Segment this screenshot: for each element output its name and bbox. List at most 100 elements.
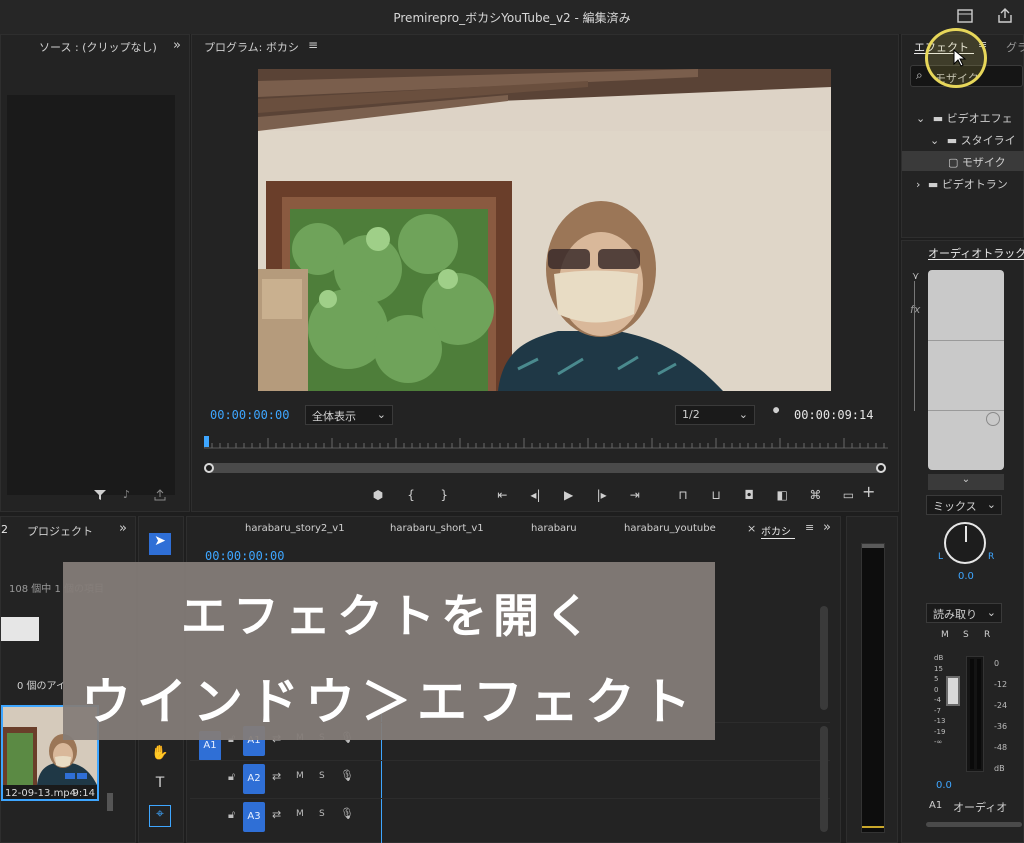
chevron-down-icon[interactable]: ⌄ (930, 134, 943, 147)
timeline-timecode[interactable]: 00:00:00:00 (205, 549, 284, 563)
mark-out-icon[interactable]: } (430, 488, 458, 502)
vr-icon[interactable]: ⌘ (801, 488, 829, 502)
effects-tree-item[interactable]: ⌄ ▬ スタイライ (902, 129, 1024, 149)
program-video-frame[interactable] (258, 69, 831, 391)
lock-icon[interactable]: 🔓︎ (228, 808, 235, 822)
mix-dropdown[interactable]: ミックス ⌄ (926, 495, 1002, 515)
video-track-scrollbar[interactable] (820, 606, 828, 710)
audio-track-row[interactable] (190, 798, 830, 836)
timeline-more-icon[interactable]: » (823, 520, 831, 535)
meter-peak (862, 544, 884, 548)
mute-label[interactable]: M (941, 630, 949, 640)
audio-track-label[interactable]: A3 (243, 802, 265, 832)
extra-tool-icon[interactable]: ⌖ (149, 805, 171, 827)
audio-insert-icon[interactable]: ♪ (123, 488, 130, 501)
solo-track-button[interactable]: S (319, 809, 325, 819)
timeline-tab[interactable]: harabaru_story2_v1 (245, 523, 345, 534)
bin-folder-thumb[interactable] (1, 617, 39, 641)
db-tick-label: 0 (934, 685, 939, 694)
step-back-icon[interactable]: ◂| (521, 488, 549, 502)
program-zoom-bar[interactable] (204, 463, 886, 473)
hand-tool-icon[interactable]: ✋ (149, 745, 171, 767)
zoom-handle-left[interactable] (204, 463, 214, 473)
close-tab-icon[interactable]: × (747, 522, 756, 535)
timeline-menu-icon[interactable]: ≡ (805, 521, 814, 534)
export-frame-icon[interactable] (153, 487, 167, 506)
chevron-down-icon: ⌄ (376, 408, 386, 421)
effects-tree-item[interactable]: › ▬ ビデオトラン (902, 173, 1024, 193)
program-ruler[interactable] (204, 436, 888, 450)
audio-track-label[interactable]: A2 (243, 764, 265, 794)
effects-tree-item[interactable]: ▢ モザイク (902, 151, 1024, 171)
record-label[interactable]: R (984, 630, 990, 640)
sync-lock-icon[interactable]: ⇄ (272, 808, 281, 821)
program-current-timecode[interactable]: 00:00:00:00 (210, 408, 289, 422)
effect-slot-strip[interactable] (928, 270, 1004, 470)
mixer-side-rail (914, 281, 915, 411)
project-more-icon[interactable]: » (119, 521, 127, 536)
fit-dropdown[interactable]: 全体表示 ⌄ (305, 405, 393, 425)
db-tick-label: 0 (994, 659, 1000, 668)
marker-icon[interactable]: ⬢ (364, 488, 392, 502)
filter-icon[interactable] (93, 489, 107, 504)
project-tab-left[interactable]: 2 (1, 523, 8, 536)
microphone-icon[interactable]: 🎙︎ (340, 807, 354, 820)
send-knob-icon[interactable] (986, 412, 1000, 426)
transport-controls: ⬢ { } ⇤ ◂| ▶ |▸ ⇥ ⊓ ⊔ ◘ ◧ ⌘ ▭ (364, 484, 862, 503)
timeline-tab[interactable]: harabaru (531, 523, 577, 534)
resolution-dropdown[interactable]: 1/2 ⌄ (675, 405, 755, 425)
selection-tool-icon[interactable]: ➤ (149, 533, 171, 555)
pan-knob[interactable] (944, 522, 986, 564)
tab-graphics[interactable]: グラ (1006, 39, 1024, 55)
chevron-right-icon[interactable]: › (916, 178, 924, 191)
chevron-down-icon[interactable]: ⌄ (916, 112, 929, 125)
fx-label[interactable]: fx (910, 303, 920, 316)
workspace-icon[interactable] (956, 7, 974, 25)
pan-value[interactable]: 0.0 (958, 571, 974, 582)
mixer-scrollbar[interactable] (926, 822, 1022, 827)
play-icon[interactable]: ▶ (555, 488, 583, 502)
db-tick-label: 5 (934, 675, 939, 683)
effects-tree-item[interactable]: ⌄ ▬ ビデオエフェ (902, 107, 1024, 127)
tab-project[interactable]: プロジェクト (27, 523, 93, 539)
mute-track-button[interactable]: M (296, 771, 304, 781)
compare-icon[interactable]: ◧ (768, 488, 796, 502)
lock-icon[interactable]: 🔓︎ (228, 770, 235, 784)
wrench-icon[interactable] (768, 406, 784, 426)
zoom-handle-right[interactable] (876, 463, 886, 473)
add-button-icon[interactable]: + (862, 482, 875, 501)
source-more-icon[interactable]: » (173, 38, 181, 53)
safe-margins-icon[interactable]: ▭ (834, 488, 862, 502)
timeline-tab[interactable]: ボカシ (761, 523, 791, 538)
solo-label[interactable]: S (963, 630, 969, 640)
meter-floor (862, 826, 884, 828)
go-to-out-icon[interactable]: ⇥ (621, 488, 649, 502)
timeline-tab[interactable]: harabaru_short_v1 (390, 523, 484, 534)
solo-track-button[interactable]: S (319, 771, 325, 781)
share-icon[interactable] (996, 7, 1014, 25)
clip-duration: 9:14 (72, 788, 95, 799)
mute-track-button[interactable]: M (296, 809, 304, 819)
step-forward-icon[interactable]: |▸ (588, 488, 616, 502)
camera-icon[interactable]: ◘ (735, 488, 763, 502)
type-tool-icon[interactable]: T (149, 775, 171, 797)
audio-track-scrollbar[interactable] (820, 726, 828, 832)
mark-in-icon[interactable]: { (397, 488, 425, 502)
automation-mode-dropdown[interactable]: 読み取り ⌄ (926, 603, 1002, 623)
project-scrollbar[interactable] (107, 793, 113, 811)
program-panel-title[interactable]: プログラム: ボカシ (204, 39, 299, 55)
sync-lock-icon[interactable]: ⇄ (272, 770, 281, 783)
go-to-in-icon[interactable]: ⇤ (488, 488, 516, 502)
timeline-tab[interactable]: harabaru_youtube (624, 523, 716, 534)
meter-channel-right (977, 659, 981, 769)
extract-icon[interactable]: ⊔ (702, 488, 730, 502)
program-menu-icon[interactable]: ≡ (308, 38, 318, 52)
source-panel-title[interactable]: ソース : (クリップなし) (39, 39, 157, 55)
effect-slot-chevron-icon[interactable]: ⌄ (928, 474, 1004, 490)
lift-icon[interactable]: ⊓ (669, 488, 697, 502)
audio-track-row[interactable] (190, 760, 830, 798)
volume-fader[interactable] (946, 676, 960, 706)
fader-value[interactable]: 0.0 (936, 780, 952, 791)
slot-divider (928, 410, 1004, 411)
microphone-icon[interactable]: 🎙︎ (340, 769, 354, 782)
